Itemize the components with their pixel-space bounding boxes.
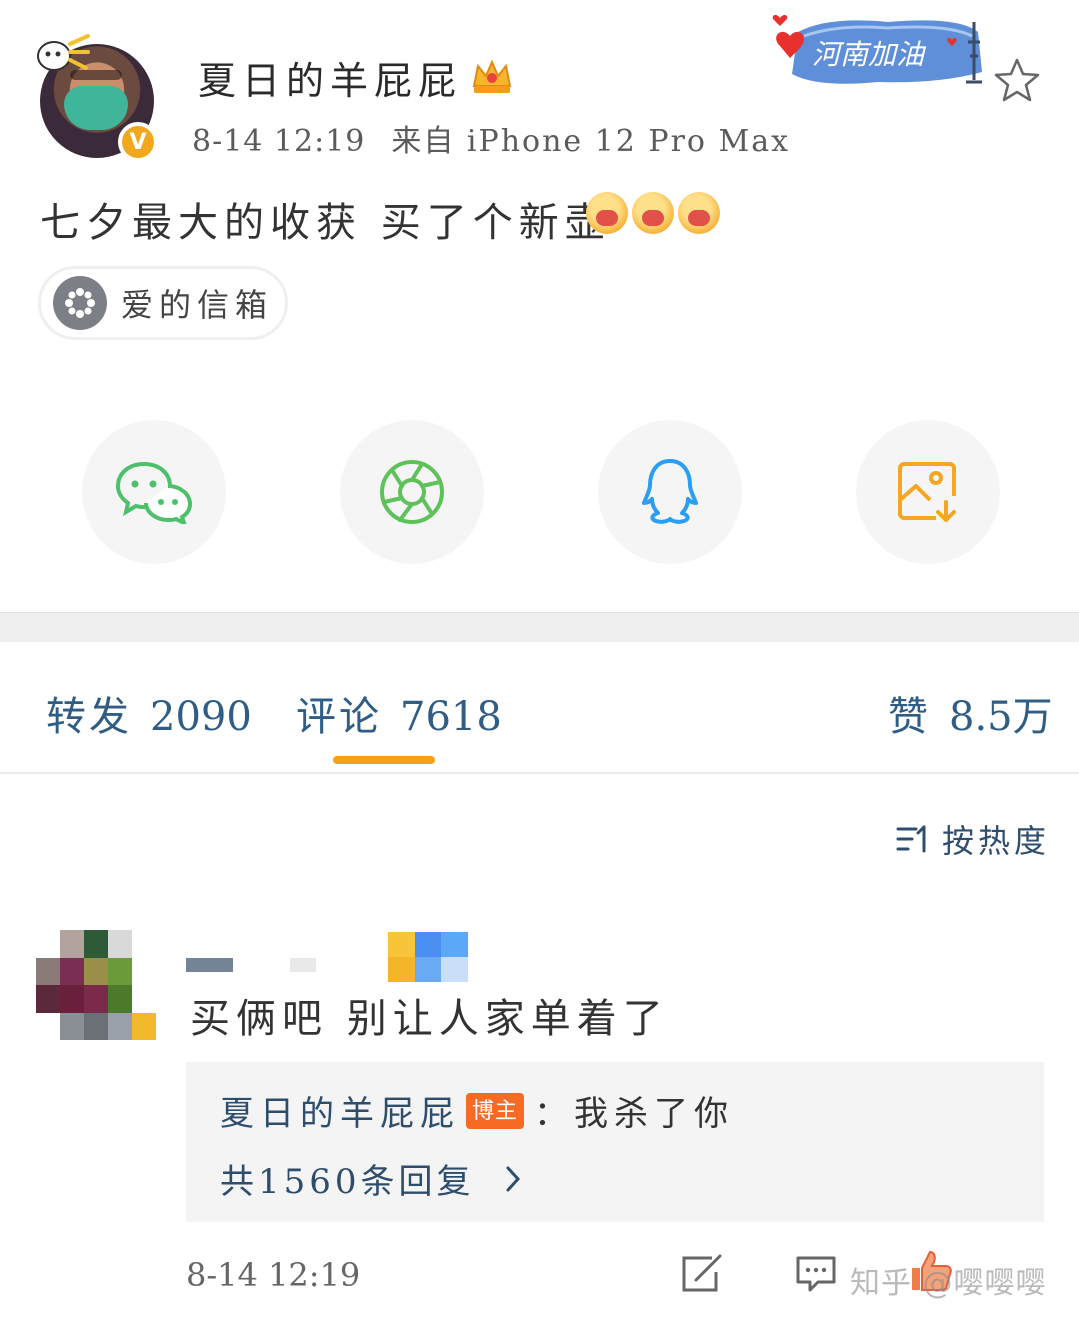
repost-edit-icon[interactable] — [680, 1254, 724, 1294]
sort-label: 按热度 — [942, 822, 1051, 860]
chevron-right-icon — [506, 1166, 520, 1191]
commenter-name-blurred[interactable] — [186, 958, 316, 972]
comment-icon[interactable] — [794, 1254, 838, 1294]
topic-chip-label: 爱的信箱 — [121, 286, 274, 324]
topic-chip[interactable]: 爱的信箱 — [38, 266, 288, 340]
zhihu-watermark: 知乎 @嘤嘤嘤 — [850, 1266, 1047, 1301]
reply-preview-line: 夏日的羊屁屁 博主 ：我杀了你 — [220, 1086, 734, 1135]
tab-likes-label: 赞 — [888, 694, 931, 740]
tab-repost-label: 转发 — [46, 694, 132, 740]
avatar-sticker-icon — [37, 34, 90, 71]
moments-aperture-icon — [380, 460, 444, 524]
heart-hug-emoji-icon — [586, 192, 628, 234]
author-tag: 博主 — [466, 1092, 525, 1129]
share-wechat-button[interactable] — [82, 420, 226, 564]
henan-jiayou-badge: 河南加油 — [772, 14, 982, 84]
username[interactable]: 夏日的羊屁屁 — [198, 50, 462, 105]
wechat-icon — [116, 461, 192, 524]
heart-hug-emoji-icon — [632, 192, 674, 234]
post-text: 七夕最大的收获 买了个新壶 — [40, 200, 611, 246]
reply-content: ：我杀了你 — [534, 1094, 735, 1134]
heart-hug-emoji-icon — [678, 192, 720, 234]
post-meta: 8-14 12:19 来自 iPhone 12 Pro Max — [192, 116, 790, 160]
tab-likes-count: 8.5万 — [949, 694, 1053, 740]
reply-author[interactable]: 夏日的羊屁屁 — [220, 1086, 460, 1135]
post-time: 8-14 12:19 — [192, 124, 366, 159]
save-image-button[interactable] — [856, 420, 1000, 564]
share-qq-button[interactable] — [598, 420, 742, 564]
active-tab-indicator — [333, 756, 435, 764]
flower-icon — [53, 276, 107, 330]
crown-vip-icon — [472, 59, 512, 93]
share-moments-button[interactable] — [340, 420, 484, 564]
henan-badge-text: 河南加油 — [812, 38, 927, 71]
qq-penguin-icon — [642, 459, 698, 524]
sort-by-hot-button[interactable]: 按热度 — [896, 816, 1050, 862]
post-emoji-row — [586, 192, 720, 234]
tab-comments-label: 评论 — [296, 694, 382, 740]
tabs-divider — [0, 772, 1079, 774]
comment-text: 买俩吧 别让人家单着了 — [190, 996, 669, 1042]
tab-comments[interactable]: 评论 7618 — [296, 684, 502, 742]
commenter-badge-pixelated — [388, 932, 468, 982]
tab-comments-count: 7618 — [400, 694, 502, 740]
save-image-icon — [898, 462, 956, 522]
avatar-mask — [64, 86, 128, 130]
view-replies-link[interactable]: 共1560条回复 — [220, 1154, 521, 1203]
comment-time: 8-14 12:19 — [186, 1256, 361, 1294]
tab-repost-count: 2090 — [150, 694, 252, 740]
tab-repost[interactable]: 转发 2090 — [46, 684, 252, 742]
sort-icon — [896, 825, 926, 853]
favorite-star-icon[interactable] — [992, 56, 1042, 106]
tab-likes[interactable]: 赞 8.5万 — [888, 684, 1053, 742]
post-source: 来自 iPhone 12 Pro Max — [391, 124, 791, 159]
verified-badge: V — [118, 122, 158, 162]
section-divider — [0, 612, 1079, 642]
reply-count-text: 共1560条回复 — [220, 1162, 475, 1202]
commenter-avatar-pixelated[interactable] — [36, 930, 156, 1040]
